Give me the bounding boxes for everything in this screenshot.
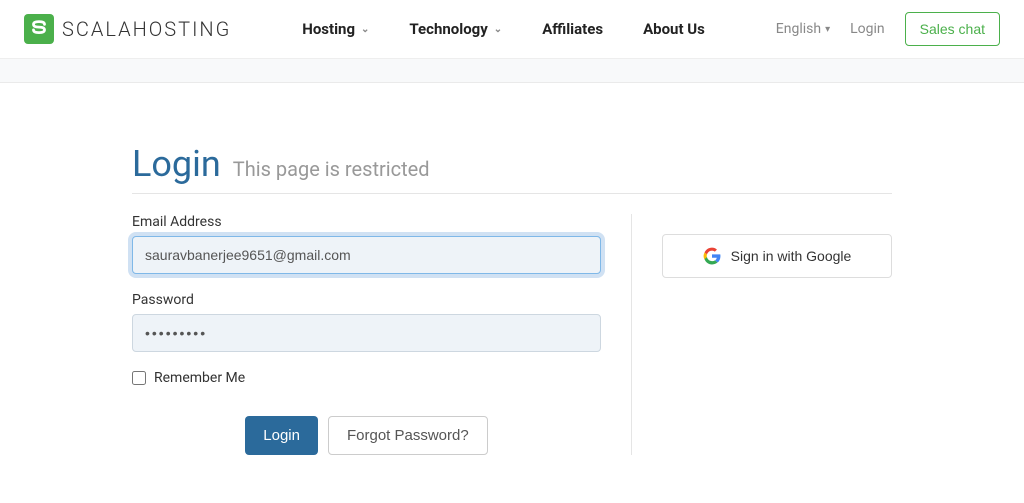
form-buttons: Login Forgot Password?	[132, 416, 601, 455]
google-icon	[703, 247, 721, 265]
nav-label: Hosting	[302, 20, 355, 38]
password-input[interactable]	[132, 314, 601, 352]
remember-me-row: Remember Me	[132, 370, 601, 386]
forgot-password-button[interactable]: Forgot Password?	[328, 416, 488, 455]
login-link[interactable]: Login	[850, 21, 885, 37]
email-input[interactable]	[132, 236, 601, 274]
google-signin-button[interactable]: Sign in with Google	[662, 234, 892, 278]
email-label: Email Address	[132, 214, 601, 230]
page-title: Login	[132, 143, 221, 185]
content-columns: Email Address Password Remember Me Login…	[132, 214, 892, 455]
nav-label: Technology	[409, 20, 487, 38]
remember-me-label[interactable]: Remember Me	[154, 370, 245, 386]
brand-logo[interactable]: SCALAHOSTING	[24, 14, 231, 44]
nav-label: About Us	[643, 20, 705, 38]
main-nav: Hosting ⌄ Technology ⌄ Affiliates About …	[302, 20, 705, 38]
google-label: Sign in with Google	[731, 248, 852, 264]
page-subtitle: This page is restricted	[233, 157, 430, 181]
email-field-group: Email Address	[132, 214, 601, 274]
sub-header-bar	[0, 59, 1024, 83]
chevron-down-icon: ⌄	[361, 24, 369, 35]
top-header: SCALAHOSTING Hosting ⌄ Technology ⌄ Affi…	[0, 0, 1024, 59]
right-nav: English ▾ Login Sales chat	[776, 12, 1000, 46]
language-selector[interactable]: English ▾	[776, 21, 830, 37]
brand-icon	[24, 14, 54, 44]
sales-chat-button[interactable]: Sales chat	[905, 12, 1000, 46]
brand-text: SCALAHOSTING	[62, 17, 231, 41]
social-login-column: Sign in with Google	[632, 214, 892, 455]
nav-item-technology[interactable]: Technology ⌄	[409, 20, 502, 38]
language-label: English	[776, 21, 821, 37]
page-title-row: Login This page is restricted	[132, 143, 892, 194]
nav-label: Affiliates	[542, 20, 603, 38]
nav-item-hosting[interactable]: Hosting ⌄	[302, 20, 369, 38]
main-content: Login This page is restricted Email Addr…	[112, 143, 912, 455]
remember-me-checkbox[interactable]	[132, 371, 146, 385]
nav-item-about[interactable]: About Us	[643, 20, 705, 38]
login-form: Email Address Password Remember Me Login…	[132, 214, 632, 455]
nav-item-affiliates[interactable]: Affiliates	[542, 20, 603, 38]
password-label: Password	[132, 292, 601, 308]
login-button[interactable]: Login	[245, 416, 318, 455]
chevron-down-icon: ⌄	[494, 24, 502, 35]
caret-down-icon: ▾	[825, 24, 830, 35]
password-field-group: Password	[132, 292, 601, 352]
